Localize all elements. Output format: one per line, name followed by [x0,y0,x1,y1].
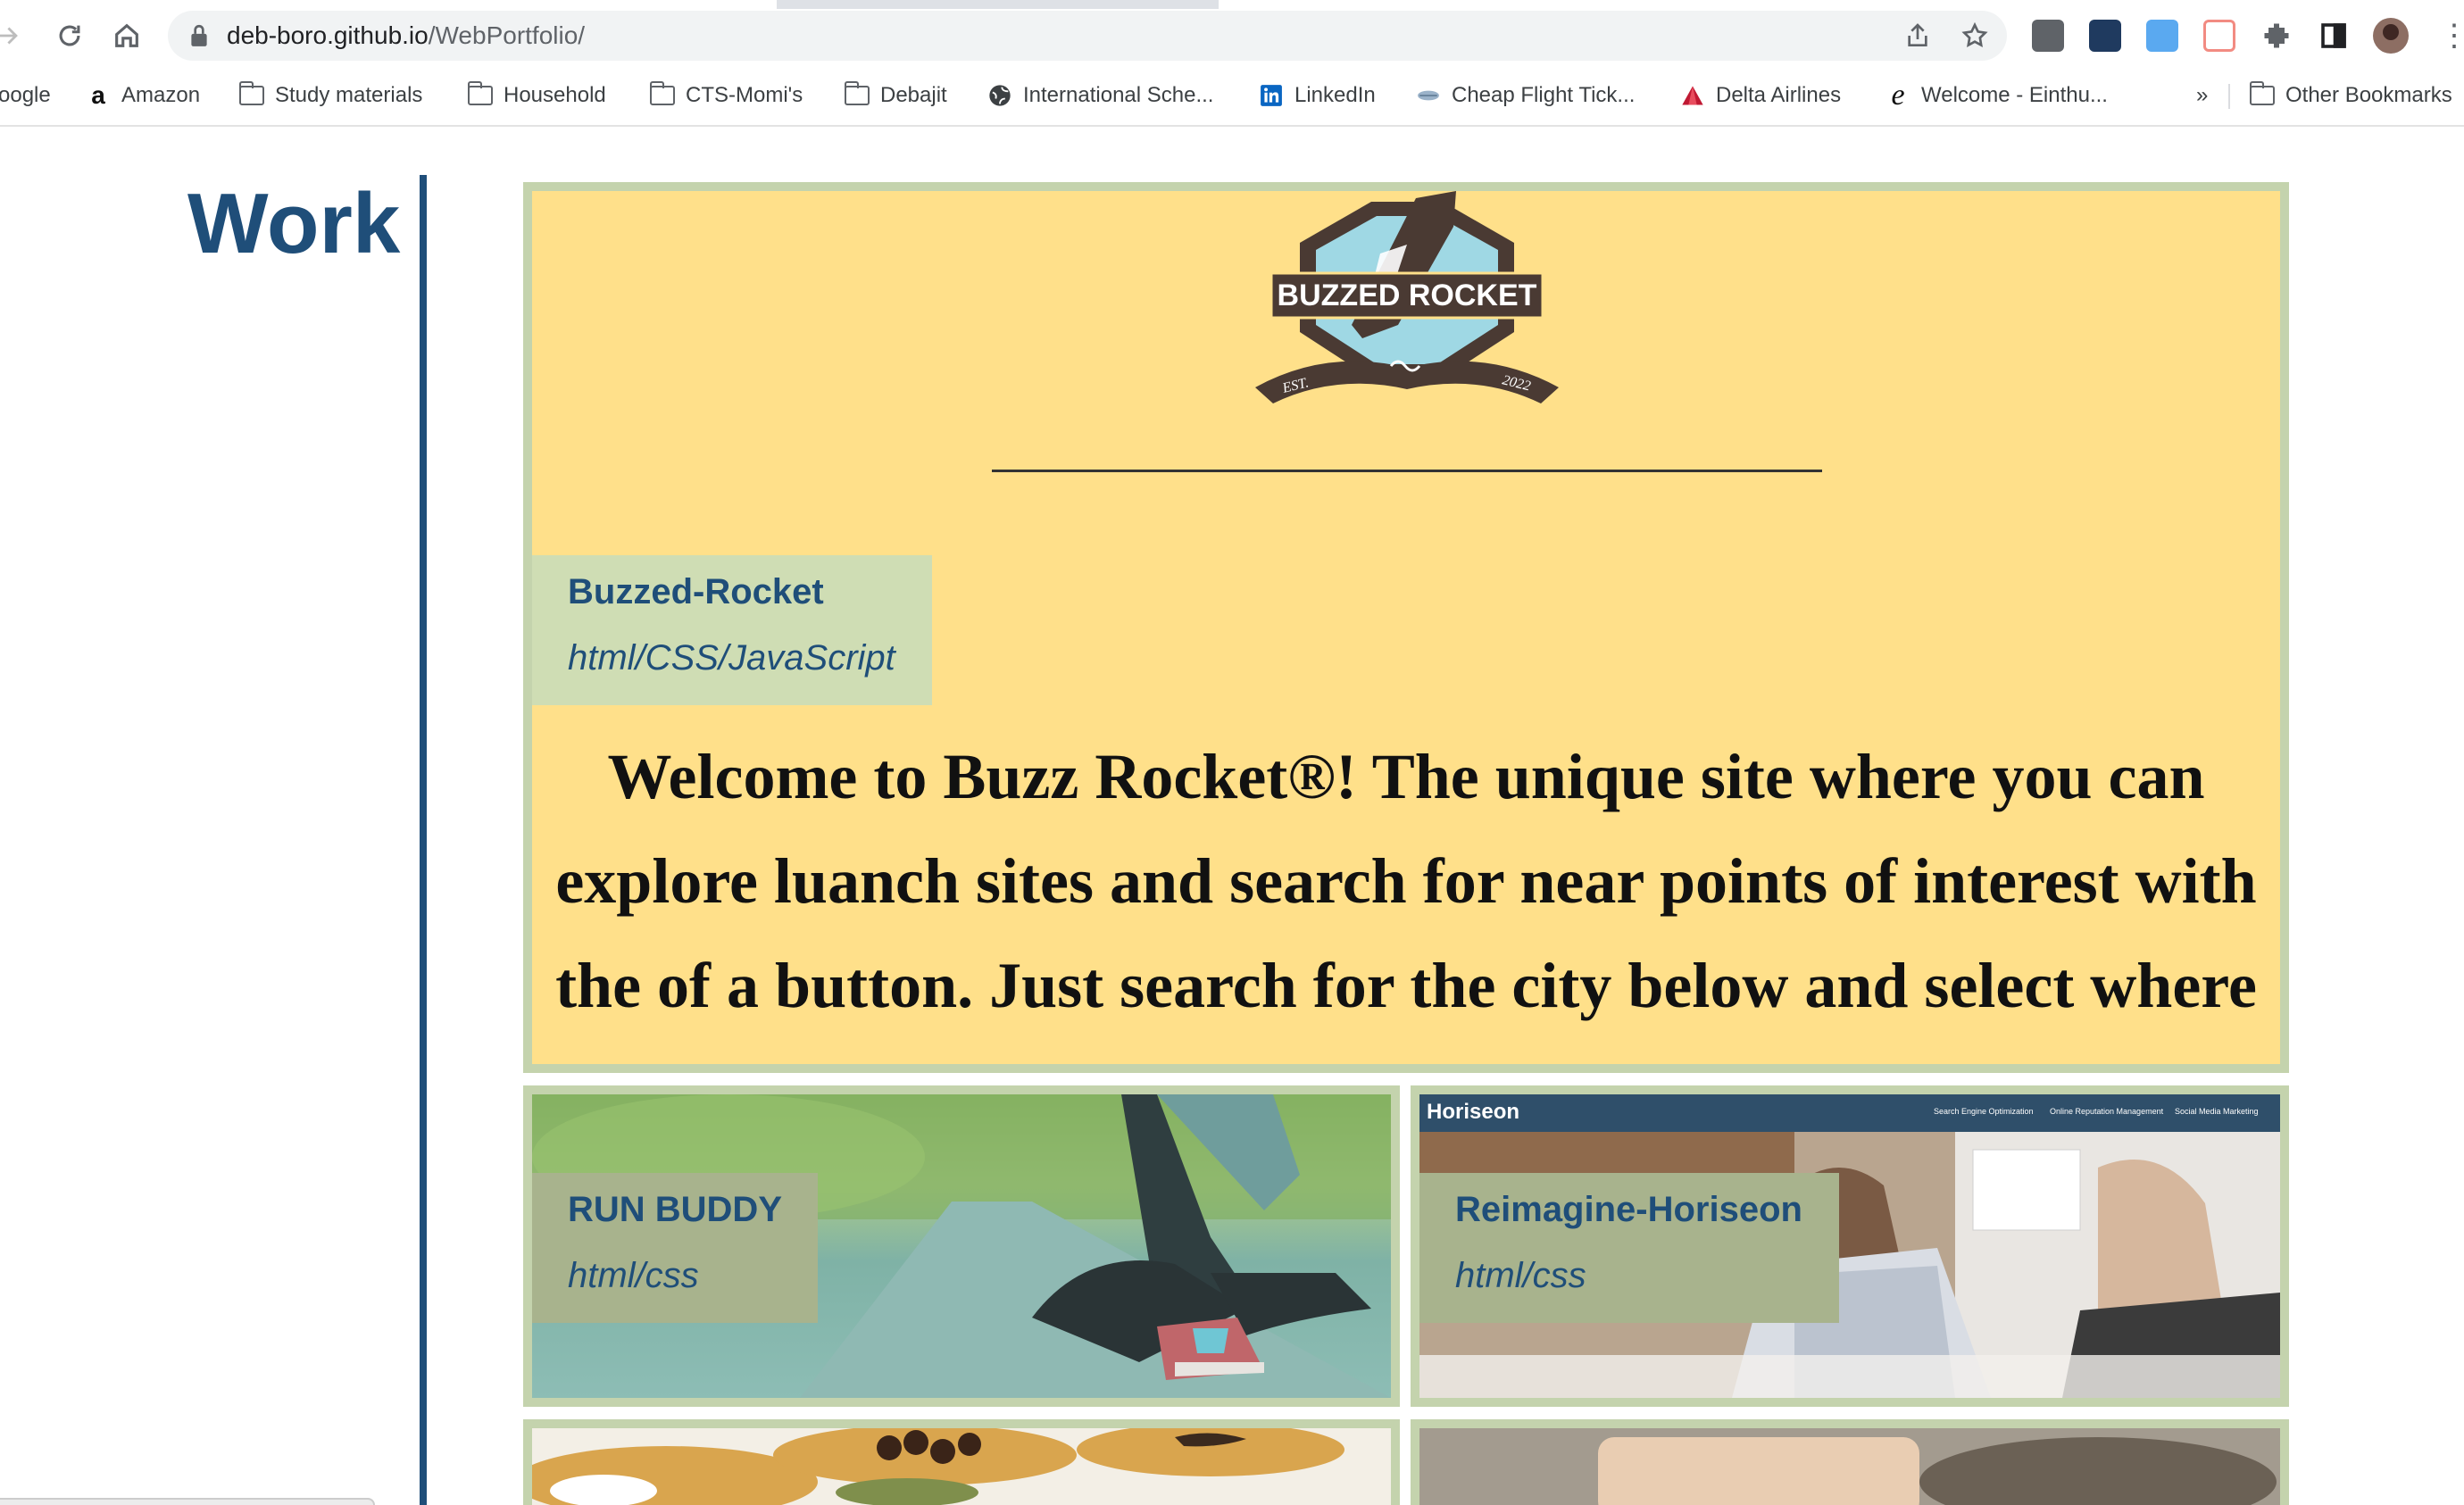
bookmark-label: Welcome - Einthu... [1921,83,2108,107]
bookmark-einthusan[interactable]: e Welcome - Einthu... [1885,79,2108,112]
home-icon[interactable] [107,16,146,55]
reload-icon[interactable] [50,16,89,55]
overflow-chevron-icon: » [2196,83,2209,107]
cast-extension-icon[interactable] [2203,20,2235,52]
welcome-text: Welcome to Buzz Rocket®! The unique site… [555,741,2257,1064]
lock-icon[interactable] [187,23,211,48]
bookmark-label: Amazon [121,83,201,107]
bookmark-cheap-flight[interactable]: Cheap Flight Tick... [1416,80,1635,111]
featured-project-screenshot: BUZZED ROCKET EST. 2022 Buzzed-Rocket ht… [532,191,2280,1064]
buzzed-rocket-logo: BUZZED ROCKET EST. 2022 [1255,191,1559,403]
project-name: Buzzed-Rocket [568,572,824,611]
url-text[interactable]: deb-boro.github.io/WebPortfolio/ [227,21,585,50]
project-card-run-buddy[interactable]: RUN BUDDY html/css [523,1085,1400,1407]
project-label[interactable]: Reimagine-Horiseon html/css [1419,1173,1839,1323]
bookmark-label: International Sche... [1023,83,1214,107]
horiseon-screenshot: Horiseon Search Engine Optimization Onli… [1419,1094,2280,1398]
folder-icon [467,81,493,108]
horiseon-banner: Horiseon Search Engine Optimization Onli… [1419,1094,2280,1132]
spices-photo [532,1428,1344,1505]
bookmark-google[interactable]: oogle [0,80,51,111]
project-card[interactable] [1411,1419,2289,1505]
profile-avatar[interactable] [2373,18,2409,54]
delta-icon [1680,83,1705,108]
spices-screenshot [532,1428,1391,1505]
project-card[interactable] [523,1419,1400,1505]
folder-icon [844,81,870,108]
amazon-icon: a [91,81,105,109]
horiseon-nav-item: Social Media Marketing [2175,1107,2259,1116]
forward-icon[interactable] [0,16,27,55]
side-panel-icon[interactable] [2318,20,2350,52]
project-label[interactable]: RUN BUDDY html/css [532,1173,818,1323]
bookmarks-separator [2228,84,2230,109]
soap-photo [1419,1428,2280,1505]
bookmark-delta[interactable]: Delta Airlines [1680,80,1841,111]
address-bar[interactable]: deb-boro.github.io/WebPortfolio/ [168,11,2007,61]
horiseon-brand: Horiseon [1427,1100,1520,1124]
folder-icon [2249,81,2275,108]
globe-icon [987,83,1012,108]
featured-project-card[interactable]: BUZZED ROCKET EST. 2022 Buzzed-Rocket ht… [523,182,2289,1073]
bookmark-label: Household [504,83,606,107]
plane-icon [1416,83,1441,108]
horiseon-nav-item: Online Reputation Management [2050,1107,2164,1116]
bookmarks-overflow-button[interactable]: » [2196,80,2208,111]
bookmark-star-icon[interactable] [1960,21,1989,50]
bookmark-international[interactable]: International Sche... [987,80,1213,111]
project-label[interactable]: Buzzed-Rocket html/CSS/JavaScript [532,555,932,705]
run-buddy-screenshot: RUN BUDDY html/css [532,1094,1391,1398]
bookmark-label: Delta Airlines [1716,83,1842,107]
bookmark-other-bookmarks[interactable]: Other Bookmarks [2249,80,2452,111]
project-card-reimagine-horiseon[interactable]: Horiseon Search Engine Optimization Onli… [1411,1085,2289,1407]
tab[interactable] [0,0,777,9]
tab[interactable] [1219,0,2464,9]
status-bar [0,1498,375,1505]
project-tech: html/CSS/JavaScript [568,638,895,678]
extension-icon[interactable] [2089,20,2121,52]
bookmark-label: Study materials [275,83,423,107]
bookmark-amazon[interactable]: a Amazon [86,80,200,111]
url-path: /WebPortfolio/ [428,21,586,49]
bookmark-label: LinkedIn [1294,83,1376,107]
soap-screenshot [1419,1428,2280,1505]
bookmark-label: Cheap Flight Tick... [1452,83,1636,107]
bookmark-cts-momis[interactable]: CTS-Momi's [649,80,803,111]
puzzle-icon[interactable] [2260,20,2293,52]
extension-icon[interactable] [2032,20,2064,52]
tab-strip [0,0,2464,9]
bookmark-label: oogle [0,83,51,107]
project-name: Reimagine-Horiseon [1455,1190,1802,1229]
folder-icon [238,81,264,108]
bookmark-label: CTS-Momi's [686,83,803,107]
einthusan-icon: e [1891,79,1905,112]
bookmark-label: Debajit [880,83,947,107]
bookmarks-bar: oogle a Amazon Study materials Household … [0,75,2464,116]
bookmark-label: Other Bookmarks [2285,83,2452,107]
share-icon[interactable] [1903,21,1932,50]
bookmark-debajit[interactable]: Debajit [844,80,947,111]
shield-extension-icon[interactable] [2146,20,2178,52]
project-tech: html/css [1455,1256,1586,1295]
section-divider [420,175,427,1505]
linkedin-icon [1259,83,1284,108]
horizontal-rule [992,470,1822,472]
bookmark-household[interactable]: Household [467,80,606,111]
bookmark-study-materials[interactable]: Study materials [238,80,423,111]
project-tech: html/css [568,1256,699,1295]
bookmark-linkedin[interactable]: LinkedIn [1259,80,1376,111]
horiseon-nav-item: Search Engine Optimization [1934,1107,2034,1116]
logo-text: BUZZED ROCKET [1278,279,1537,312]
menu-kebab-icon[interactable]: ⋮ [2439,20,2464,52]
url-host: deb-boro.github.io [227,21,429,49]
folder-icon [649,81,675,108]
section-title: Work [187,176,401,271]
browser-chrome: deb-boro.github.io/WebPortfolio/ ⋮ oogle… [0,0,2464,127]
project-name: RUN BUDDY [568,1190,782,1229]
